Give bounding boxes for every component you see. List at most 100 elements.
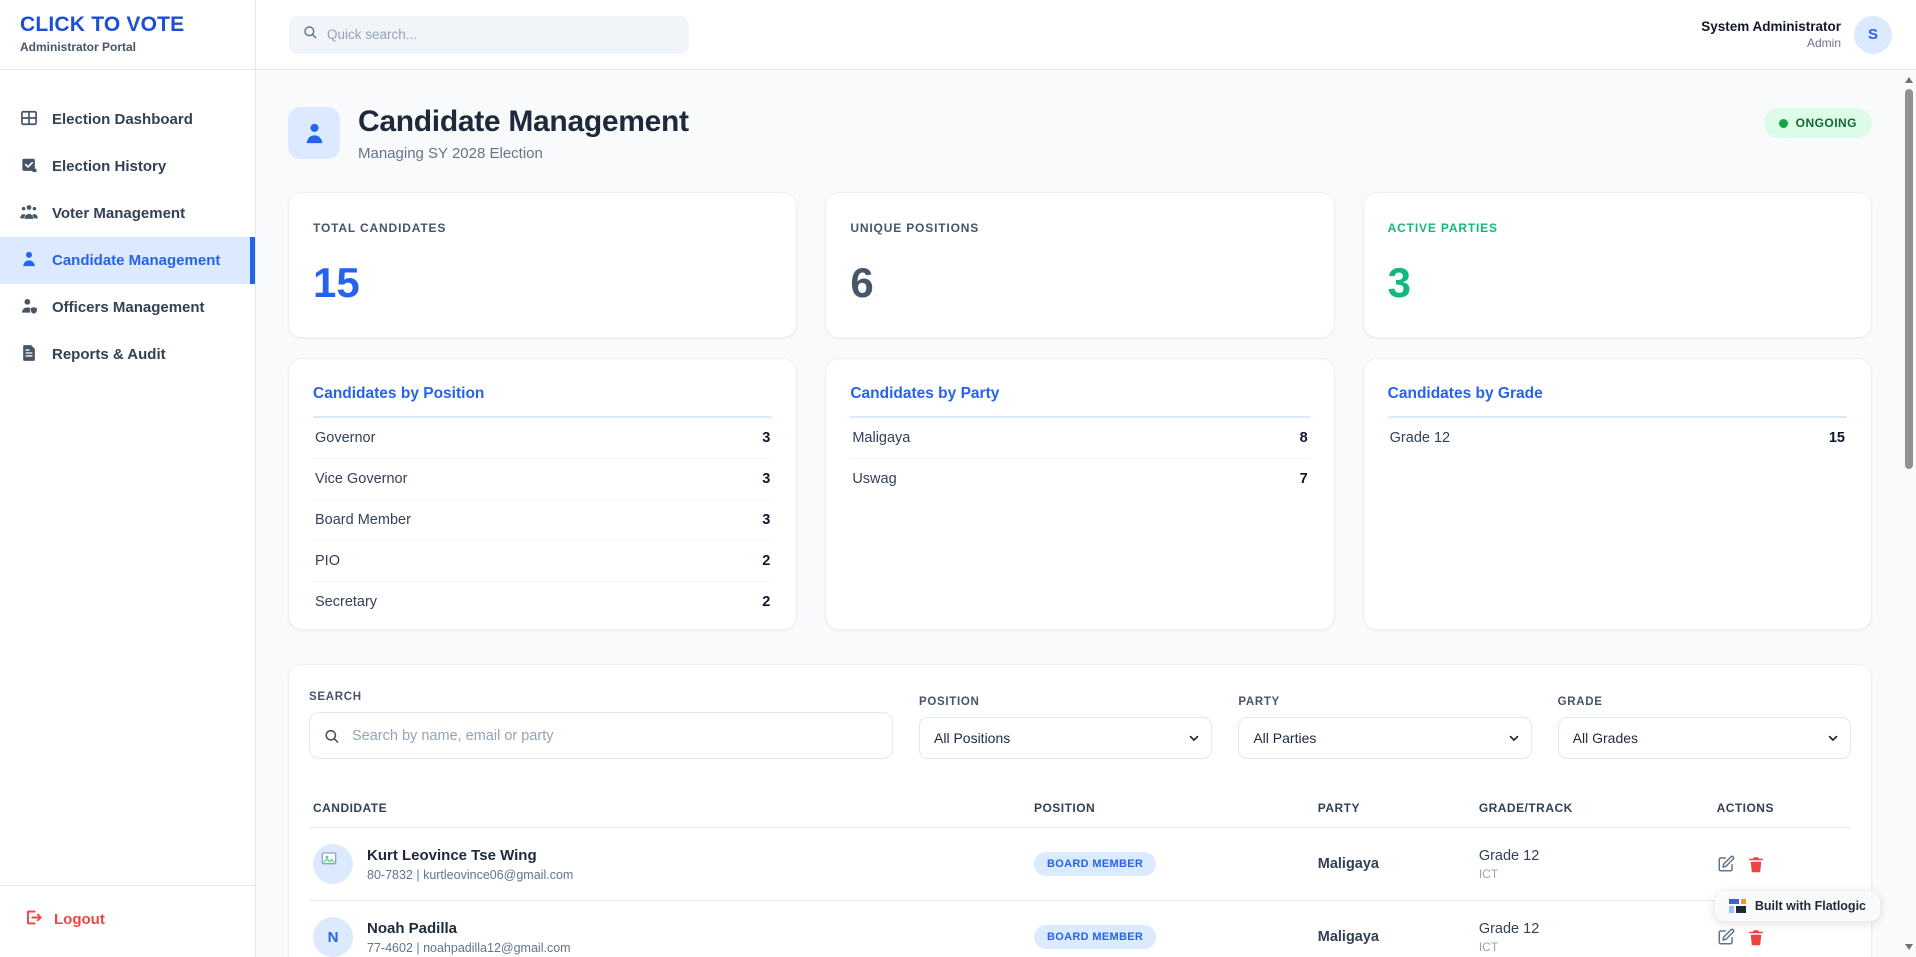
- party-select-wrap: All Parties: [1238, 717, 1531, 759]
- stat-label: TOTAL CANDIDATES: [313, 221, 772, 235]
- status-badge-label: ONGOING: [1796, 116, 1857, 130]
- user-avatar[interactable]: S: [1854, 16, 1892, 54]
- item-count: 15: [1829, 430, 1845, 446]
- user-menu: System Administrator Admin S: [1701, 16, 1892, 54]
- search-filter: SEARCH: [309, 691, 893, 759]
- track-value: ICT: [1479, 867, 1717, 881]
- page-subtitle: Managing SY 2028 Election: [358, 145, 689, 162]
- candidates-by-grade-card: Candidates by Grade Grade 1215: [1363, 358, 1872, 630]
- column-header-position: POSITION: [1034, 801, 1318, 815]
- column-header-party: PARTY: [1318, 801, 1479, 815]
- logout-icon: [24, 908, 43, 931]
- grade-track-cell: Grade 12 ICT: [1479, 848, 1717, 881]
- candidate-cell: N Noah Padilla 77-4602 | noahpadilla12@g…: [313, 917, 1034, 957]
- candidate-text: Kurt Leovince Tse Wing 80-7832 | kurtleo…: [367, 847, 573, 882]
- topbar: System Administrator Admin S: [256, 0, 1916, 70]
- candidate-person-icon: [19, 249, 39, 273]
- item-count: 2: [762, 553, 770, 569]
- sidebar-item-label: Reports & Audit: [52, 346, 166, 363]
- scrollbar-thumb[interactable]: [1905, 89, 1913, 469]
- page-header-left: Candidate Management Managing SY 2028 El…: [288, 104, 689, 162]
- card-title: Candidates by Position: [313, 385, 772, 418]
- item-count: 2: [762, 594, 770, 610]
- candidate-name: Noah Padilla: [367, 920, 571, 937]
- trash-icon: [1747, 928, 1765, 946]
- brand-title: CLICK TO VOTE: [20, 13, 255, 37]
- sidebar-item-reports-audit[interactable]: Reports & Audit: [0, 331, 255, 378]
- party-filter-label: PARTY: [1238, 696, 1531, 708]
- sidebar-item-candidate-management[interactable]: Candidate Management: [0, 237, 255, 284]
- actions-cell: [1717, 928, 1847, 946]
- sidebar-item-election-history[interactable]: Election History: [0, 143, 255, 190]
- sidebar-nav: Election Dashboard Election History Vote…: [0, 96, 255, 378]
- candidates-table-card: SEARCH POSITION All Positions PARTY All …: [288, 664, 1872, 957]
- grade-value: Grade 12: [1479, 848, 1717, 864]
- stat-card-unique-positions: UNIQUE POSITIONS 6: [825, 192, 1334, 338]
- breakdown-row: Candidates by Position Governor3 Vice Go…: [288, 358, 1872, 630]
- position-cell: BOARD MEMBER: [1034, 925, 1318, 949]
- brand-subtitle: Administrator Portal: [20, 40, 255, 54]
- edit-pencil-icon: [1717, 928, 1735, 946]
- candidate-search-input[interactable]: [309, 712, 893, 759]
- edit-button[interactable]: [1717, 855, 1735, 873]
- grade-value: Grade 12: [1479, 921, 1717, 937]
- item-label: Vice Governor: [315, 471, 407, 487]
- sidebar: CLICK TO VOTE Administrator Portal Elect…: [0, 0, 256, 957]
- stat-value: 3: [1388, 261, 1847, 305]
- stat-label: UNIQUE POSITIONS: [850, 221, 1309, 235]
- position-badge: BOARD MEMBER: [1034, 852, 1156, 876]
- item-label: Maligaya: [852, 430, 910, 446]
- list-item: Vice Governor3: [313, 459, 772, 500]
- grade-select[interactable]: All Grades: [1558, 717, 1851, 759]
- edit-button[interactable]: [1717, 928, 1735, 946]
- candidate-meta: 77-4602 | noahpadilla12@gmail.com: [367, 941, 571, 955]
- sidebar-item-voter-management[interactable]: Voter Management: [0, 190, 255, 237]
- search-icon: [323, 727, 340, 744]
- search-icon: [302, 24, 318, 45]
- scrollbar-down-arrow-icon[interactable]: [1905, 944, 1913, 950]
- logout-button[interactable]: Logout: [0, 885, 255, 957]
- brand: CLICK TO VOTE Administrator Portal: [0, 0, 255, 70]
- card-title: Candidates by Party: [850, 385, 1309, 418]
- table-header-row: CANDIDATE POSITION PARTY GRADE/TRACK ACT…: [309, 787, 1851, 828]
- item-count: 3: [762, 512, 770, 528]
- scrollbar-up-arrow-icon[interactable]: [1905, 77, 1913, 83]
- voters-group-icon: [19, 202, 39, 226]
- quick-search-input[interactable]: [327, 27, 676, 42]
- avatar: [313, 844, 353, 884]
- actions-cell: [1717, 855, 1847, 873]
- list-item: Uswag7: [850, 459, 1309, 499]
- ballot-check-icon: [19, 155, 39, 179]
- stat-card-active-parties: ACTIVE PARTIES 3: [1363, 192, 1872, 338]
- column-header-candidate: CANDIDATE: [313, 801, 1034, 815]
- position-filter: POSITION All Positions: [919, 696, 1212, 759]
- list-item: Governor3: [313, 418, 772, 459]
- sidebar-item-label: Election History: [52, 158, 166, 175]
- candidate-meta: 80-7832 | kurtleovince06@gmail.com: [367, 868, 573, 882]
- sidebar-item-officers-management[interactable]: Officers Management: [0, 284, 255, 331]
- built-with-flatlogic-badge[interactable]: Built with Flatlogic: [1715, 891, 1880, 921]
- list-item: Secretary2: [313, 582, 772, 622]
- item-label: Board Member: [315, 512, 411, 528]
- filters-row: SEARCH POSITION All Positions PARTY All …: [309, 691, 1851, 759]
- party-select[interactable]: All Parties: [1238, 717, 1531, 759]
- user-role: Admin: [1701, 36, 1841, 50]
- column-header-actions: ACTIONS: [1717, 801, 1847, 815]
- report-document-icon: [19, 343, 39, 367]
- delete-button[interactable]: [1747, 928, 1765, 946]
- candidate-cell: Kurt Leovince Tse Wing 80-7832 | kurtleo…: [313, 844, 1034, 884]
- item-count: 3: [762, 430, 770, 446]
- sidebar-item-election-dashboard[interactable]: Election Dashboard: [0, 96, 255, 143]
- logout-label: Logout: [54, 911, 105, 928]
- list-item: Board Member 3: [313, 500, 772, 541]
- candidates-table: CANDIDATE POSITION PARTY GRADE/TRACK ACT…: [309, 787, 1851, 957]
- position-select[interactable]: All Positions: [919, 717, 1212, 759]
- table-row: Kurt Leovince Tse Wing 80-7832 | kurtleo…: [309, 828, 1851, 901]
- list-item: Grade 1215: [1388, 418, 1847, 458]
- delete-button[interactable]: [1747, 855, 1765, 873]
- avatar: N: [313, 917, 353, 957]
- page-title-block: Candidate Management Managing SY 2028 El…: [358, 104, 689, 162]
- item-count: 7: [1300, 471, 1308, 487]
- edit-pencil-icon: [1717, 855, 1735, 873]
- candidate-text: Noah Padilla 77-4602 | noahpadilla12@gma…: [367, 920, 571, 955]
